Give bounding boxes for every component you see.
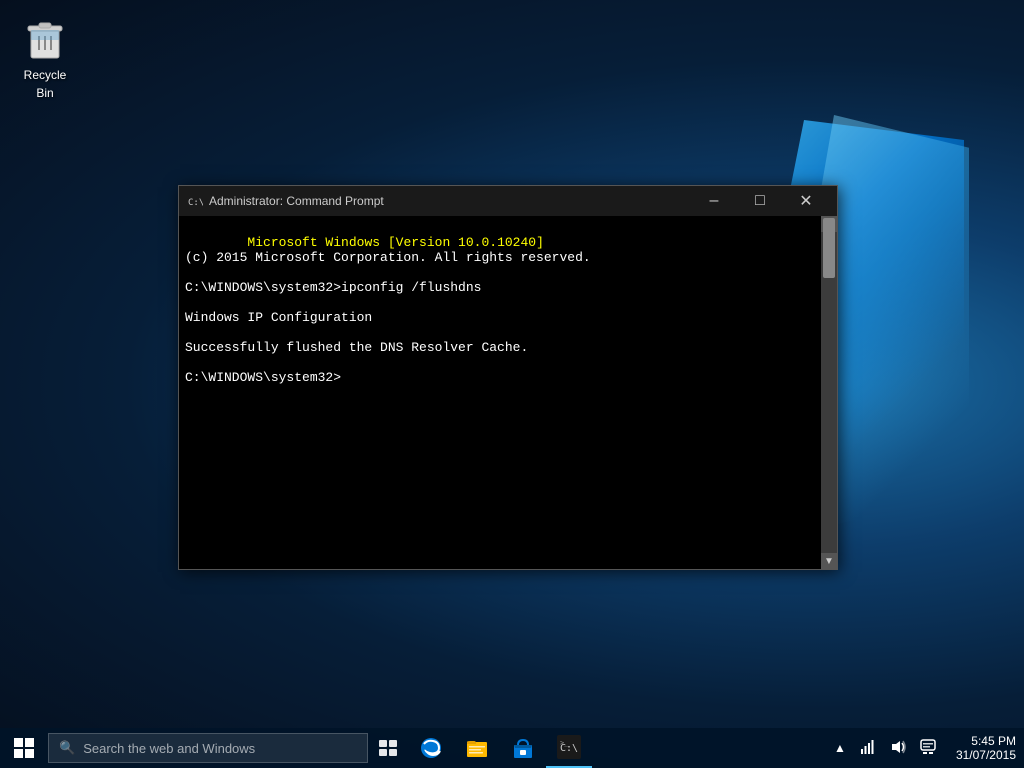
cmd-title: Administrator: Command Prompt <box>209 194 691 208</box>
store-icon <box>511 736 535 760</box>
cmd-line-2: (c) 2015 Microsoft Corporation. All righ… <box>185 250 591 265</box>
taskbar-apps: C:\ >_ <box>408 728 592 768</box>
clock-date: 31/07/2015 <box>956 748 1016 762</box>
action-center-icon <box>920 739 936 755</box>
cmd-minimize-button[interactable]: ‒ <box>691 186 737 216</box>
recycle-bin-label: Recycle Bin <box>24 68 67 100</box>
cmd-line-4: Windows IP Configuration <box>185 310 372 325</box>
win-pane-bl <box>14 749 23 758</box>
search-icon: 🔍 <box>59 740 75 756</box>
cmd-taskbar-icon: C:\ >_ <box>557 735 581 759</box>
edge-icon <box>419 736 443 760</box>
svg-text:>_: >_ <box>560 739 569 747</box>
recycle-bin-icon[interactable]: Recycle Bin <box>10 10 80 106</box>
taskbar: 🔍 Search the web and Windows <box>0 728 1024 768</box>
cmd-body: Microsoft Windows [Version 10.0.10240] (… <box>179 216 837 569</box>
cmd-scrollbar[interactable]: ▲ ▼ <box>821 216 837 569</box>
taskbar-store[interactable] <box>500 728 546 768</box>
tray-expand-button[interactable]: ▲ <box>830 739 850 757</box>
search-bar[interactable]: 🔍 Search the web and Windows <box>48 733 368 763</box>
taskview-button[interactable] <box>368 728 408 768</box>
start-button[interactable] <box>0 728 48 768</box>
cmd-restore-button[interactable]: □ <box>737 186 783 216</box>
system-clock[interactable]: 5:45 PM 31/07/2015 <box>948 734 1024 762</box>
volume-icon <box>890 739 906 755</box>
desktop: Recycle Bin C:\ Administrator: Command P… <box>0 0 1024 768</box>
network-icon <box>860 739 876 755</box>
tray-area: ▲ <box>822 728 948 768</box>
file-explorer-icon <box>465 736 489 760</box>
clock-time: 5:45 PM <box>956 734 1016 748</box>
taskbar-edge[interactable] <box>408 728 454 768</box>
cmd-controls: ‒ □ ✕ <box>691 186 829 216</box>
recycle-bin-svg <box>21 14 69 62</box>
tray-network-icon[interactable] <box>856 737 880 760</box>
win-pane-tl <box>14 738 23 747</box>
cmd-scroll-thumb[interactable] <box>823 218 835 278</box>
cmd-scroll-down[interactable]: ▼ <box>821 553 837 569</box>
cmd-content[interactable]: Microsoft Windows [Version 10.0.10240] (… <box>179 216 821 569</box>
win-pane-br <box>25 749 34 758</box>
windows-logo-icon <box>14 738 34 758</box>
search-placeholder-text: Search the web and Windows <box>83 741 255 756</box>
cmd-close-button[interactable]: ✕ <box>783 186 829 216</box>
cmd-icon: C:\ <box>187 193 203 209</box>
tray-volume-icon[interactable] <box>886 737 910 760</box>
cmd-window[interactable]: C:\ Administrator: Command Prompt ‒ □ ✕ … <box>178 185 838 570</box>
taskview-icon <box>379 740 397 756</box>
cmd-line-3: C:\WINDOWS\system32>ipconfig /flushdns <box>185 280 481 295</box>
cmd-line-5: Successfully flushed the DNS Resolver Ca… <box>185 340 528 355</box>
taskbar-cmd[interactable]: C:\ >_ <box>546 728 592 768</box>
tray-action-center-icon[interactable] <box>916 737 940 760</box>
svg-text:C:\: C:\ <box>188 198 203 208</box>
cmd-line-6: C:\WINDOWS\system32> <box>185 370 341 385</box>
taskbar-file-explorer[interactable] <box>454 728 500 768</box>
cmd-line-1: Microsoft Windows [Version 10.0.10240] <box>247 235 543 250</box>
cmd-titlebar[interactable]: C:\ Administrator: Command Prompt ‒ □ ✕ <box>179 186 837 216</box>
win-pane-tr <box>25 738 34 747</box>
